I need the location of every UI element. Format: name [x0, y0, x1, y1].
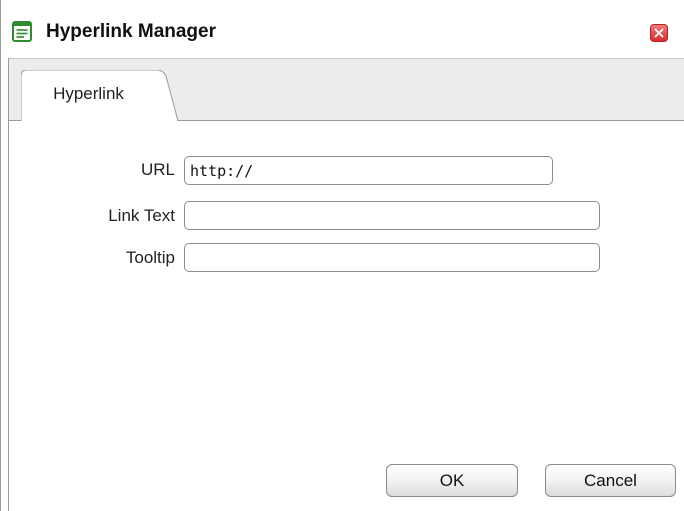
ok-button[interactable]: OK	[386, 464, 518, 497]
title-bar: Hyperlink Manager	[1, 0, 684, 58]
close-button[interactable]	[650, 24, 668, 42]
dialog-title: Hyperlink Manager	[46, 21, 216, 42]
url-label: URL	[140, 160, 175, 179]
cancel-button[interactable]: Cancel	[545, 464, 676, 497]
link-text-input[interactable]	[184, 201, 600, 230]
link-text-label: Link Text	[108, 206, 175, 225]
hyperlink-manager-dialog: Hyperlink Manager Hyperlink URL Link Tex…	[0, 0, 684, 511]
url-input[interactable]	[184, 156, 553, 185]
tooltip-input[interactable]	[184, 243, 600, 272]
tab-hyperlink[interactable]: Hyperlink	[21, 70, 181, 122]
document-lines-icon	[12, 21, 32, 42]
tab-label: Hyperlink	[53, 84, 124, 103]
panel-border	[8, 58, 9, 511]
tooltip-label: Tooltip	[125, 248, 175, 267]
